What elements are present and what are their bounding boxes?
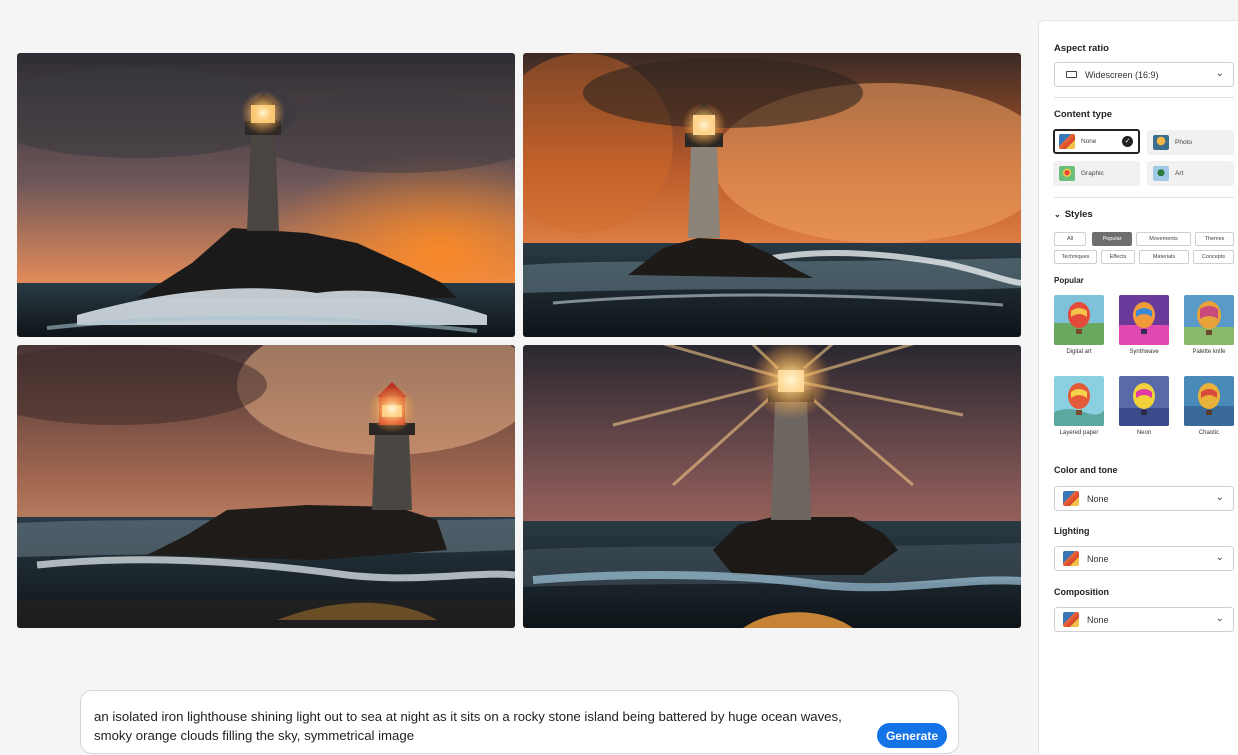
settings-panel: Aspect ratio Widescreen (16:9) ⌄ Content… xyxy=(1038,20,1238,755)
art-thumbnail-icon xyxy=(1153,166,1169,181)
hot-air-balloon-thumbnail-icon xyxy=(1054,295,1104,345)
checkmark-icon: ✓ xyxy=(1122,136,1133,147)
prompt-input[interactable]: an isolated iron lighthouse shining ligh… xyxy=(94,707,858,745)
photo-thumbnail-icon xyxy=(1153,135,1169,150)
generated-image-2[interactable] xyxy=(523,53,1021,337)
content-type-label: Content type xyxy=(1054,109,1113,120)
image-gallery: an isolated iron lighthouse shining ligh… xyxy=(0,0,1030,755)
lighting-label: Lighting xyxy=(1054,526,1090,536)
content-type-art[interactable]: Art xyxy=(1147,161,1234,186)
styles-label: Styles xyxy=(1064,209,1093,220)
style-chip-themes[interactable]: Themes xyxy=(1195,232,1234,246)
none-thumbnail-icon xyxy=(1063,612,1079,627)
hot-air-balloon-thumbnail-icon xyxy=(1119,295,1169,345)
content-type-graphic[interactable]: Graphic xyxy=(1053,161,1140,186)
divider xyxy=(1054,97,1234,98)
chevron-down-icon: ⌄ xyxy=(1215,613,1224,624)
lighting-value: None xyxy=(1087,553,1109,564)
color-tone-value: None xyxy=(1087,493,1109,504)
style-label: Digital art xyxy=(1066,349,1092,355)
hot-air-balloon-thumbnail-icon xyxy=(1054,376,1104,426)
composition-value: None xyxy=(1087,614,1109,625)
style-digital-art[interactable]: Digital art xyxy=(1054,295,1104,355)
style-layered-paper[interactable]: Layered paper xyxy=(1054,376,1104,436)
generated-image-3[interactable] xyxy=(17,345,515,628)
content-type-graphic-label: Graphic xyxy=(1081,170,1104,177)
style-chaotic[interactable]: Chaotic xyxy=(1184,376,1234,436)
composition-select[interactable]: None ⌄ xyxy=(1054,607,1234,632)
popular-section-label: Popular xyxy=(1054,276,1084,285)
style-label: Synthwave xyxy=(1129,349,1159,355)
style-chip-techniques[interactable]: Techniques xyxy=(1054,250,1097,264)
content-type-none-label: None xyxy=(1081,138,1097,145)
styles-toggle[interactable]: ⌄ Styles xyxy=(1054,209,1093,220)
color-tone-label: Color and tone xyxy=(1054,465,1118,475)
hot-air-balloon-thumbnail-icon xyxy=(1184,376,1234,426)
content-type-photo-label: Photo xyxy=(1175,139,1192,146)
aspect-ratio-label: Aspect ratio xyxy=(1054,43,1109,54)
style-chip-popular[interactable]: Popular xyxy=(1092,232,1132,246)
hot-air-balloon-thumbnail-icon xyxy=(1119,376,1169,426)
generated-image-1[interactable] xyxy=(17,53,515,337)
widescreen-icon xyxy=(1066,71,1077,78)
none-thumbnail-icon xyxy=(1063,491,1079,506)
style-synthwave[interactable]: Synthwave xyxy=(1119,295,1169,355)
content-type-none[interactable]: None ✓ xyxy=(1053,129,1140,154)
style-label: Layered paper xyxy=(1059,430,1099,436)
aspect-ratio-select[interactable]: Widescreen (16:9) ⌄ xyxy=(1054,62,1234,87)
chevron-down-icon: ⌄ xyxy=(1215,492,1224,503)
none-thumbnail-icon xyxy=(1059,134,1075,149)
aspect-ratio-value: Widescreen (16:9) xyxy=(1085,69,1159,80)
style-label: Neon xyxy=(1136,430,1152,436)
none-thumbnail-icon xyxy=(1063,551,1079,566)
style-label: Palette knife xyxy=(1192,349,1226,355)
graphic-thumbnail-icon xyxy=(1059,166,1075,181)
composition-label: Composition xyxy=(1054,587,1109,597)
style-chip-effects[interactable]: Effects xyxy=(1101,250,1135,264)
style-chip-movements[interactable]: Movements xyxy=(1136,232,1191,246)
color-tone-select[interactable]: None ⌄ xyxy=(1054,486,1234,511)
chevron-down-icon: ⌄ xyxy=(1215,68,1224,79)
style-chip-materials[interactable]: Materials xyxy=(1139,250,1189,264)
hot-air-balloon-thumbnail-icon xyxy=(1184,295,1234,345)
style-chip-all[interactable]: All xyxy=(1054,232,1086,246)
generated-image-4[interactable] xyxy=(523,345,1021,628)
chevron-down-icon: ⌄ xyxy=(1215,552,1224,563)
style-label: Chaotic xyxy=(1198,430,1220,436)
style-chip-concepts[interactable]: Concepts xyxy=(1193,250,1234,264)
content-type-art-label: Art xyxy=(1175,170,1184,177)
prompt-box[interactable]: an isolated iron lighthouse shining ligh… xyxy=(80,690,959,754)
lighting-select[interactable]: None ⌄ xyxy=(1054,546,1234,571)
content-type-photo[interactable]: Photo xyxy=(1147,130,1234,155)
style-neon[interactable]: Neon xyxy=(1119,376,1169,436)
style-palette-knife[interactable]: Palette knife xyxy=(1184,295,1234,355)
chevron-down-icon: ⌄ xyxy=(1054,210,1061,219)
generate-button[interactable]: Generate xyxy=(876,723,947,748)
divider xyxy=(1054,197,1234,198)
